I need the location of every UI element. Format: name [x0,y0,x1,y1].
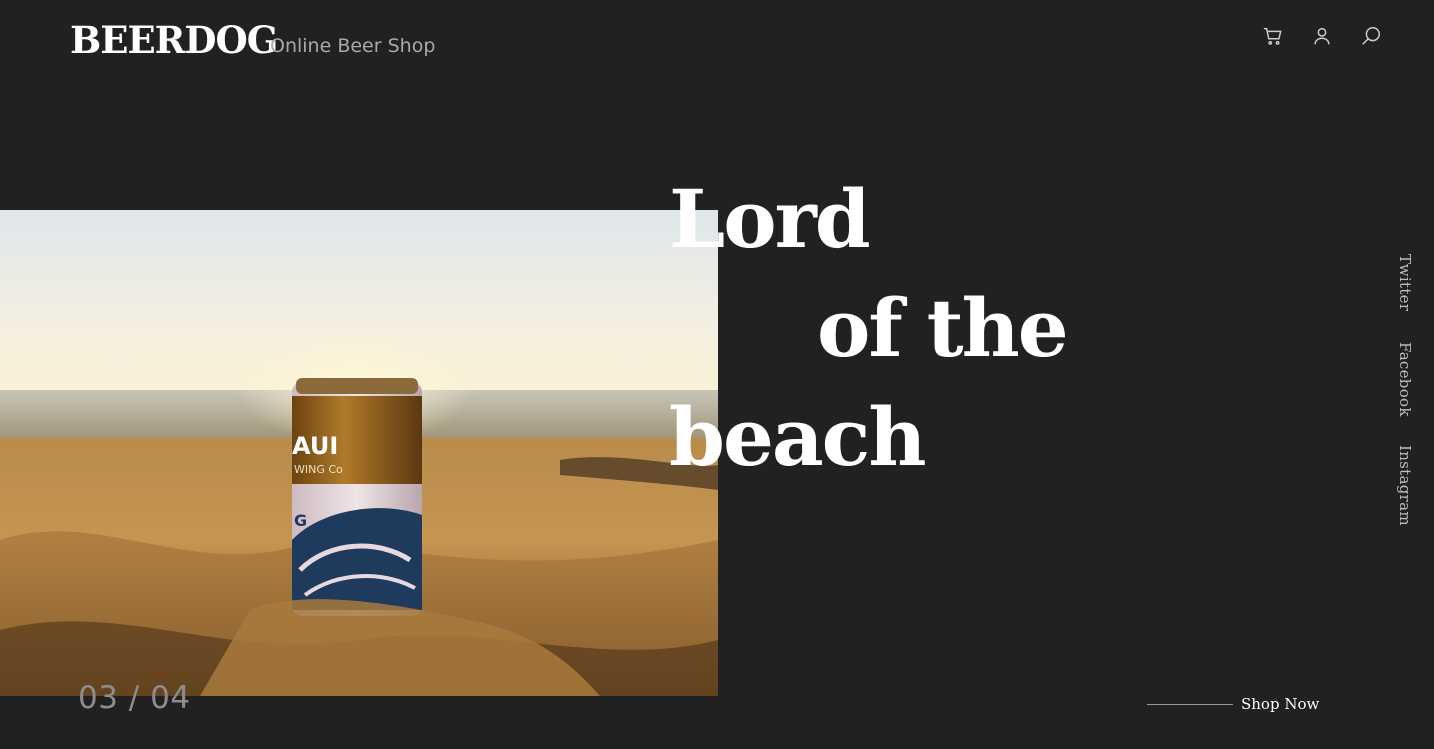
shop-now-button[interactable]: Shop Now [1147,695,1319,713]
search-icon[interactable] [1360,24,1382,48]
hero-title-line-3: beach [669,390,927,484]
shop-now-line [1147,703,1233,705]
hero-photo: AUI WING Co G . . . [0,210,718,696]
social-instagram-link[interactable]: Instagram [1396,445,1414,526]
slide-counter: 03 / 04 [78,680,191,716]
brand-tagline: Online Beer Shop [270,35,436,57]
hero-title-line-1: Lord [669,172,871,266]
hero-title-line-2: of the [817,281,1069,375]
user-icon[interactable] [1311,24,1333,48]
svg-text:AUI: AUI [292,432,338,460]
social-facebook-link[interactable]: Facebook [1396,342,1414,417]
brand-logo[interactable]: BEERDOG [70,18,278,62]
hero-page: BEERDOG Online Beer Shop AUI WING Co G L… [0,0,1434,749]
cart-icon[interactable] [1262,24,1284,48]
hero-title: Lord of the beach [669,165,1069,492]
header-actions [1262,24,1382,48]
svg-text:WING Co: WING Co [294,463,343,476]
shop-now-label: Shop Now [1241,695,1320,713]
social-twitter-link[interactable]: Twitter [1396,254,1414,311]
